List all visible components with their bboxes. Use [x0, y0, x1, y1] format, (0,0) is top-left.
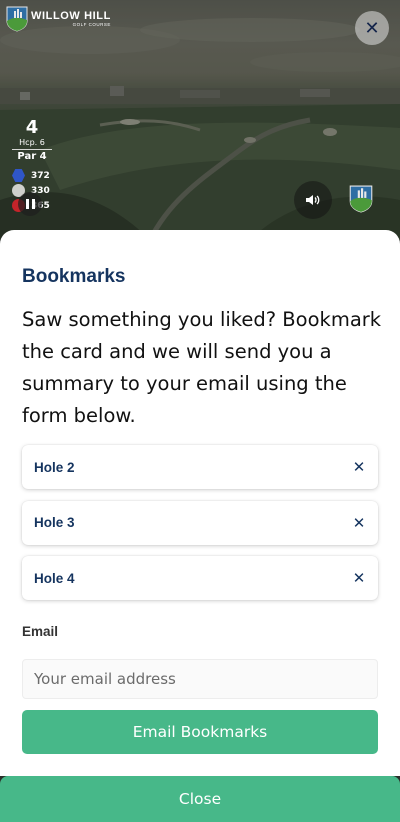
pause-button[interactable]	[18, 192, 42, 216]
blue-tee-marker-icon	[12, 169, 25, 182]
bookmark-label: Hole 3	[34, 515, 75, 530]
bookmark-item: Hole 2 ✕	[22, 445, 378, 489]
course-logo: WILLOW HILL GOLF COURSE	[6, 6, 111, 32]
willow-hill-mini-logo-icon	[349, 185, 373, 213]
close-button[interactable]: Close	[0, 776, 400, 822]
email-input[interactable]	[22, 659, 378, 699]
sound-button[interactable]	[294, 181, 332, 219]
hole-info: 4 Hcp. 6 Par 4	[12, 118, 52, 164]
video-close-button[interactable]: ✕	[355, 11, 389, 45]
pause-icon	[25, 199, 29, 209]
bookmark-list: Hole 2 ✕ Hole 3 ✕ Hole 4 ✕	[22, 445, 378, 612]
speaker-icon	[306, 195, 320, 205]
logo-subtitle-text: GOLF COURSE	[72, 21, 111, 27]
remove-bookmark-icon[interactable]: ✕	[352, 458, 366, 476]
bookmark-item: Hole 4 ✕	[22, 556, 378, 600]
bookmarks-description: Saw something you liked? Bookmark the ca…	[22, 308, 382, 427]
email-label: Email	[22, 624, 59, 639]
willow-hill-logo-icon	[6, 6, 28, 32]
hole-video[interactable]: WILLOW HILL GOLF COURSE ✕ 4 Hcp. 6 Par 4…	[0, 0, 400, 240]
hole-number: 4	[25, 117, 39, 138]
bookmarks-title: Bookmarks	[22, 266, 126, 287]
remove-bookmark-icon[interactable]: ✕	[352, 514, 366, 532]
bookmark-item: Hole 3 ✕	[22, 500, 378, 545]
remove-bookmark-icon[interactable]: ✕	[352, 569, 366, 587]
tee-row-blue: 372	[12, 168, 50, 183]
bookmark-label: Hole 4	[34, 570, 75, 586]
close-icon: ✕	[364, 17, 380, 39]
hole-handicap: Hcp. 6	[12, 138, 52, 150]
email-bookmarks-button[interactable]: Email Bookmarks	[22, 710, 378, 754]
logo-name-text: WILLOW HILL	[31, 9, 111, 22]
bookmark-label: Hole 2	[34, 459, 75, 475]
bookmarks-sheet: Bookmarks Saw something you liked? Bookm…	[0, 230, 400, 776]
tee-yards: 372	[31, 170, 50, 181]
hole-par: Par 4	[17, 151, 47, 162]
